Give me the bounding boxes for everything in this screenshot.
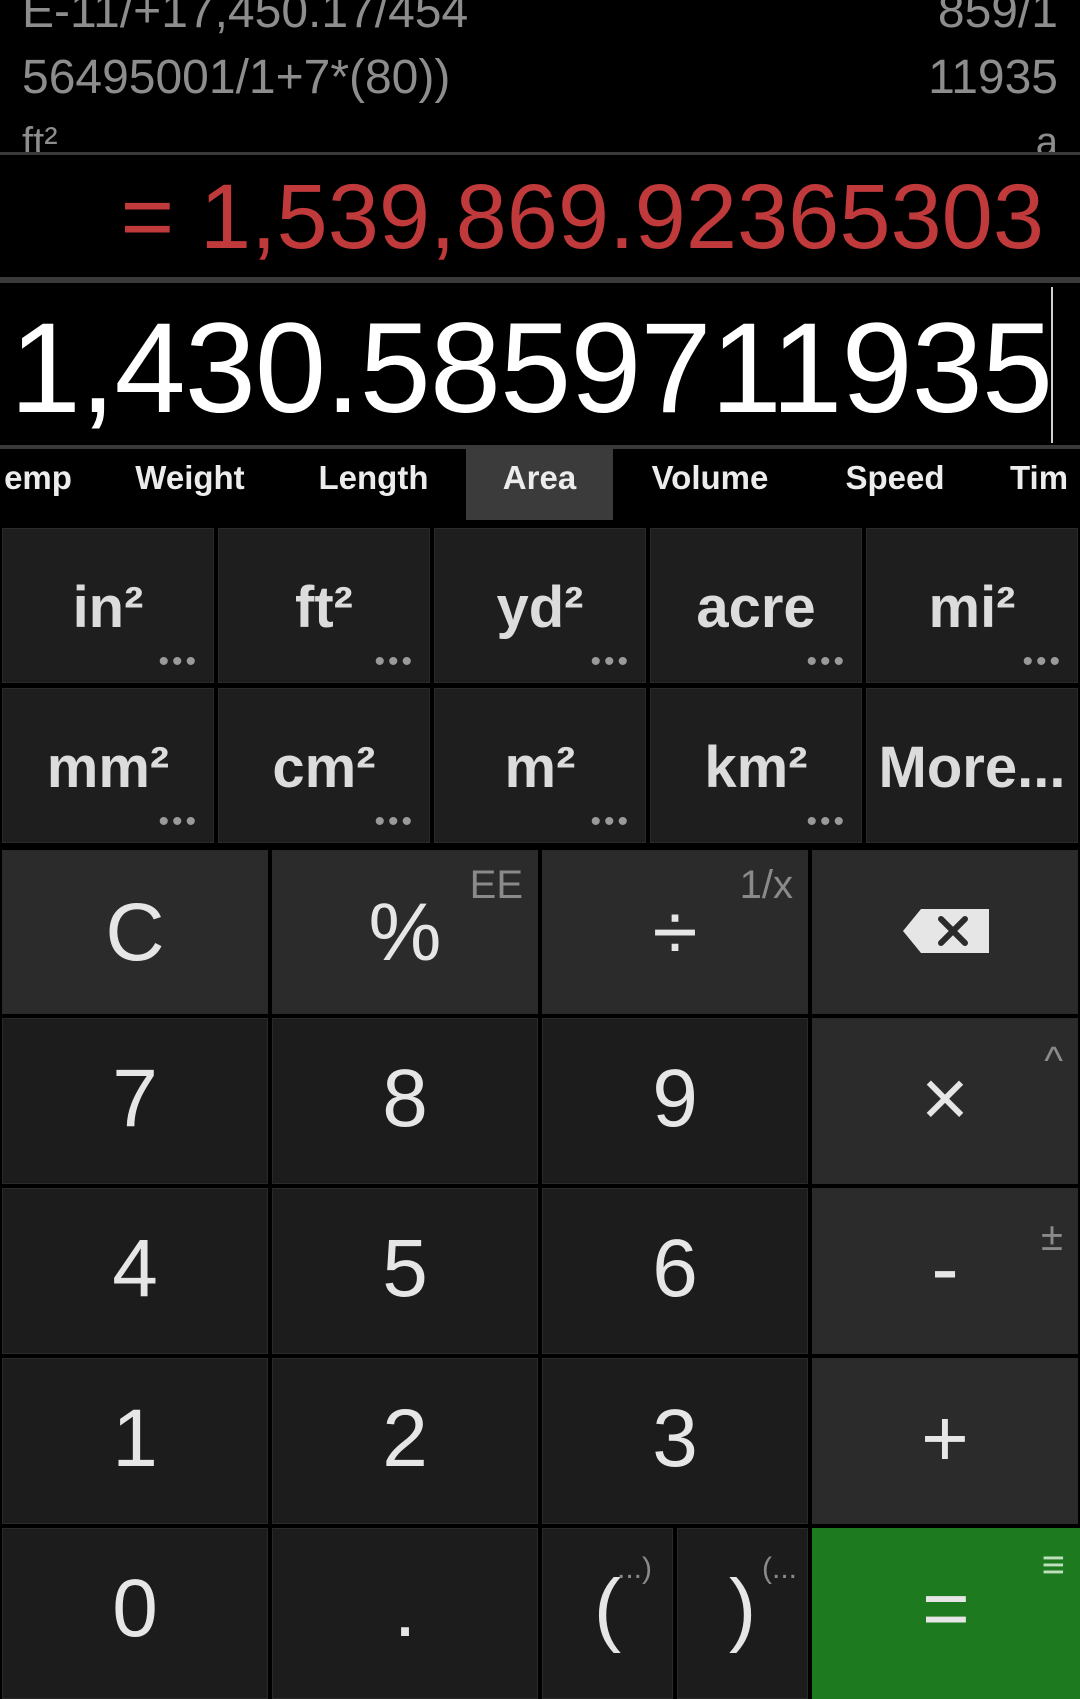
history-unit: ft² [22,120,58,152]
more-options-icon: ••• [590,645,631,678]
key-secondary-label: 1/x [739,863,793,907]
key-label: . [393,1563,417,1654]
clear-button[interactable]: C [2,850,268,1014]
history-panel: E-11/+17,450.17/454 859/1 56495001/1+7*(… [0,0,1080,152]
unit-label: acre [696,575,816,640]
unit-label: ft² [295,575,353,640]
more-options-icon: ••• [590,805,631,838]
key-label: 5 [382,1223,428,1314]
digit-9-button[interactable]: 9 [542,1018,808,1184]
tab-volume[interactable]: Volume [630,449,790,520]
unit-category-tabs: emp Weight Length Area Volume Speed Tim [0,449,1080,520]
history-value: 11935 [928,51,1058,104]
digit-3-button[interactable]: 3 [542,1358,808,1524]
key-label: × [921,1053,969,1144]
digit-0-button[interactable]: 0 [2,1528,268,1699]
unit-key-m2[interactable]: m² ••• [434,688,646,843]
more-options-icon: ••• [374,805,415,838]
unit-key-yd2[interactable]: yd² ••• [434,528,646,683]
history-value: 859/1 [937,0,1058,38]
decimal-point-button[interactable]: . [272,1528,538,1699]
history-unit: a [1035,120,1058,152]
history-expression: E-11/+17,450.17/454 [22,0,469,38]
tab-speed[interactable]: Speed [820,449,970,520]
divide-button[interactable]: ÷ 1/x [542,850,808,1014]
key-label: 8 [382,1053,428,1144]
key-secondary-label: ^ [1044,1039,1063,1083]
backspace-button[interactable] [812,850,1078,1014]
unit-key-cm2[interactable]: cm² ••• [218,688,430,843]
key-secondary-label: EE [469,863,523,907]
unit-label: m² [504,735,576,800]
more-options-icon: ••• [158,645,199,678]
unit-key-mm2[interactable]: mm² ••• [2,688,214,843]
multiply-button[interactable]: × ^ [812,1018,1078,1184]
result-display: = 1,539,869.92365303 [0,155,1080,277]
more-options-icon: ••• [806,805,847,838]
unit-key-km2[interactable]: km² ••• [650,688,862,843]
unit-label: in² [72,575,144,640]
digit-6-button[interactable]: 6 [542,1188,808,1354]
unit-label: km² [704,735,808,800]
percent-button[interactable]: % EE [272,850,538,1014]
key-label: 0 [112,1563,158,1654]
key-label: 9 [652,1053,698,1144]
menu-icon: ≡ [1041,1543,1065,1587]
key-label: - [931,1223,959,1314]
key-label: 4 [112,1223,158,1314]
key-label: 3 [652,1393,698,1484]
result-value: = 1,539,869.92365303 [120,166,1044,268]
more-options-icon: ••• [806,645,847,678]
unit-key-ft2[interactable]: ft² ••• [218,528,430,683]
key-label: C [105,887,165,978]
unit-key-in2[interactable]: in² ••• [2,528,214,683]
digit-4-button[interactable]: 4 [2,1188,268,1354]
key-label: ( [593,1563,622,1654]
key-label: 7 [112,1053,158,1144]
history-line: ft² a [22,112,1058,152]
open-paren-button[interactable]: ( ...) [542,1528,673,1699]
input-value[interactable]: 1,430.5859711935 [10,301,1053,436]
unit-label: cm² [272,735,376,800]
digit-7-button[interactable]: 7 [2,1018,268,1184]
key-secondary-label: ± [1041,1215,1063,1259]
key-label: 2 [382,1393,428,1484]
unit-keys: in² ••• ft² ••• yd² ••• acre ••• mi² •••… [0,526,1080,846]
more-options-icon: ••• [158,805,199,838]
key-label: = [922,1563,970,1654]
unit-key-mi2[interactable]: mi² ••• [866,528,1078,683]
key-label: + [921,1393,969,1484]
key-label: 6 [652,1223,698,1314]
unit-label: mi² [928,575,1016,640]
history-expression: 56495001/1+7*(80)) [22,51,451,104]
equals-button[interactable]: = ≡ [812,1528,1080,1699]
digit-8-button[interactable]: 8 [272,1018,538,1184]
unit-label: yd² [496,575,584,640]
plus-button[interactable]: + [812,1358,1078,1524]
tab-length[interactable]: Length [296,449,451,520]
digit-2-button[interactable]: 2 [272,1358,538,1524]
tab-time[interactable]: Tim [1010,449,1080,520]
input-display[interactable]: 1,430.5859711935 [0,283,1080,445]
more-units-button[interactable]: More... [866,688,1078,843]
history-line: 56495001/1+7*(80)) 11935 [22,48,1058,108]
unit-key-acre[interactable]: acre ••• [650,528,862,683]
key-secondary-label: ...) [617,1552,652,1585]
digit-5-button[interactable]: 5 [272,1188,538,1354]
minus-button[interactable]: - ± [812,1188,1078,1354]
more-options-icon: ••• [1022,645,1063,678]
digit-1-button[interactable]: 1 [2,1358,268,1524]
unit-label: More... [878,735,1066,800]
more-options-icon: ••• [374,645,415,678]
key-label: 1 [112,1393,158,1484]
backspace-icon [903,909,989,953]
tab-weight[interactable]: Weight [115,449,265,520]
tab-temp[interactable]: emp [0,449,78,520]
key-secondary-label: (... [762,1552,797,1585]
text-cursor [1051,287,1053,443]
tab-area[interactable]: Area [466,449,613,520]
close-paren-button[interactable]: ) (... [677,1528,808,1699]
unit-label: mm² [46,735,170,800]
history-line: E-11/+17,450.17/454 859/1 [22,0,1058,42]
